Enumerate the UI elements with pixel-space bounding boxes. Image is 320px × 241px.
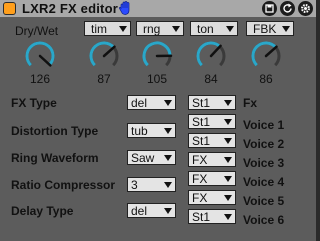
select-value: del [131,204,148,218]
distortion-type-label: Distortion Type [11,124,99,138]
select-value: St1 [192,115,211,129]
gear-icon[interactable] [298,1,313,16]
chevron-down-icon [224,214,232,220]
knob-pointer [264,45,278,58]
chevron-down-icon [164,182,172,188]
route-label-voice-6: Voice 6 [243,213,285,227]
knob-pointer [38,54,52,67]
save-preset-button[interactable] [262,1,277,16]
route-select-voice-4[interactable]: FX [188,171,236,186]
route-select-voice-6[interactable]: St1 [188,209,236,224]
chevron-down-icon [224,138,232,144]
select-value: FX [192,191,208,205]
title-bar: LXR2 FX editor [0,0,316,17]
select-value: FBK [253,22,277,36]
route-label-voice-1: Voice 1 [243,118,285,132]
knob-target-select-4[interactable]: FBK [246,21,294,36]
dry-wet-value: 126 [29,72,51,86]
hand-icon [117,0,133,16]
knob-target-select-2[interactable]: rng [136,21,184,36]
select-value: tim [91,22,107,36]
chevron-down-icon [224,157,232,163]
chevron-down-icon [224,100,232,106]
route-label-voice-4: Voice 4 [243,175,285,189]
knob-value-arc [196,41,221,67]
route-select-voice-3[interactable]: FX [188,152,236,167]
route-select-voice-5[interactable]: FX [188,190,236,205]
select-value: St1 [192,96,211,110]
select-value: St1 [192,210,211,224]
fbk-knob[interactable] [246,36,286,76]
route-label-fx: Fx [243,96,258,110]
dry-wet-knob[interactable] [20,36,60,76]
ring-waveform-label: Ring Waveform [11,151,99,165]
chevron-down-icon [164,100,172,106]
route-label-voice-5: Voice 5 [243,194,285,208]
select-value: FX [192,153,208,167]
chevron-down-icon [119,26,127,32]
chevron-down-icon [224,119,232,125]
knob-target-select-3[interactable]: ton [190,21,238,36]
ton-value: 84 [204,72,218,86]
select-value: Saw [131,151,155,165]
tim-value: 87 [97,72,111,86]
fx-editor-device: LXR2 FX editor Dry/Wet tim rng ton FBK 1… [0,0,316,241]
chevron-down-icon [164,155,172,161]
chevron-down-icon [224,195,232,201]
fx-type-select[interactable]: del [127,95,176,110]
select-value: FX [192,172,208,186]
knob-value-arc [251,41,277,67]
route-select-voice-1[interactable]: St1 [188,114,236,129]
tim-knob[interactable] [84,36,124,76]
route-select-voice-2[interactable]: St1 [188,133,236,148]
select-value: St1 [192,134,211,148]
distortion-type-select[interactable]: tub [127,123,176,138]
ratio-compressor-label: Ratio Compressor [11,178,116,192]
chevron-down-icon [226,26,234,32]
chevron-down-icon [164,128,172,134]
ring-waveform-select[interactable]: Saw [127,150,176,165]
knob-value-arc [25,41,55,67]
select-value: 3 [131,178,138,192]
delay-type-label: Delay Type [11,204,74,218]
select-value: rng [143,22,161,36]
select-value: del [131,96,148,110]
chevron-down-icon [282,26,290,32]
chevron-down-icon [164,208,172,214]
fbk-value: 86 [259,72,273,86]
route-select-fx[interactable]: St1 [188,95,236,110]
device-power-toggle[interactable] [3,2,16,15]
knob-value-arc [89,41,115,67]
select-value: tub [131,124,148,138]
ratio-compressor-select[interactable]: 3 [127,177,176,192]
delay-type-select[interactable]: del [127,203,176,218]
fx-type-label: FX Type [11,96,57,110]
chevron-down-icon [224,176,232,182]
knob-target-select-1[interactable]: tim [84,21,131,36]
chevron-down-icon [172,26,180,32]
route-label-voice-3: Voice 3 [243,156,285,170]
select-value: ton [197,22,214,36]
refresh-button[interactable] [280,1,295,16]
knob-pointer [209,44,222,58]
knob-pointer [102,45,116,58]
rng-value: 105 [146,72,168,86]
ton-knob[interactable] [191,36,231,76]
rng-knob[interactable] [137,36,177,76]
route-label-voice-2: Voice 2 [243,137,285,151]
knob-value-arc [142,41,172,67]
device-title: LXR2 FX editor [22,1,118,16]
